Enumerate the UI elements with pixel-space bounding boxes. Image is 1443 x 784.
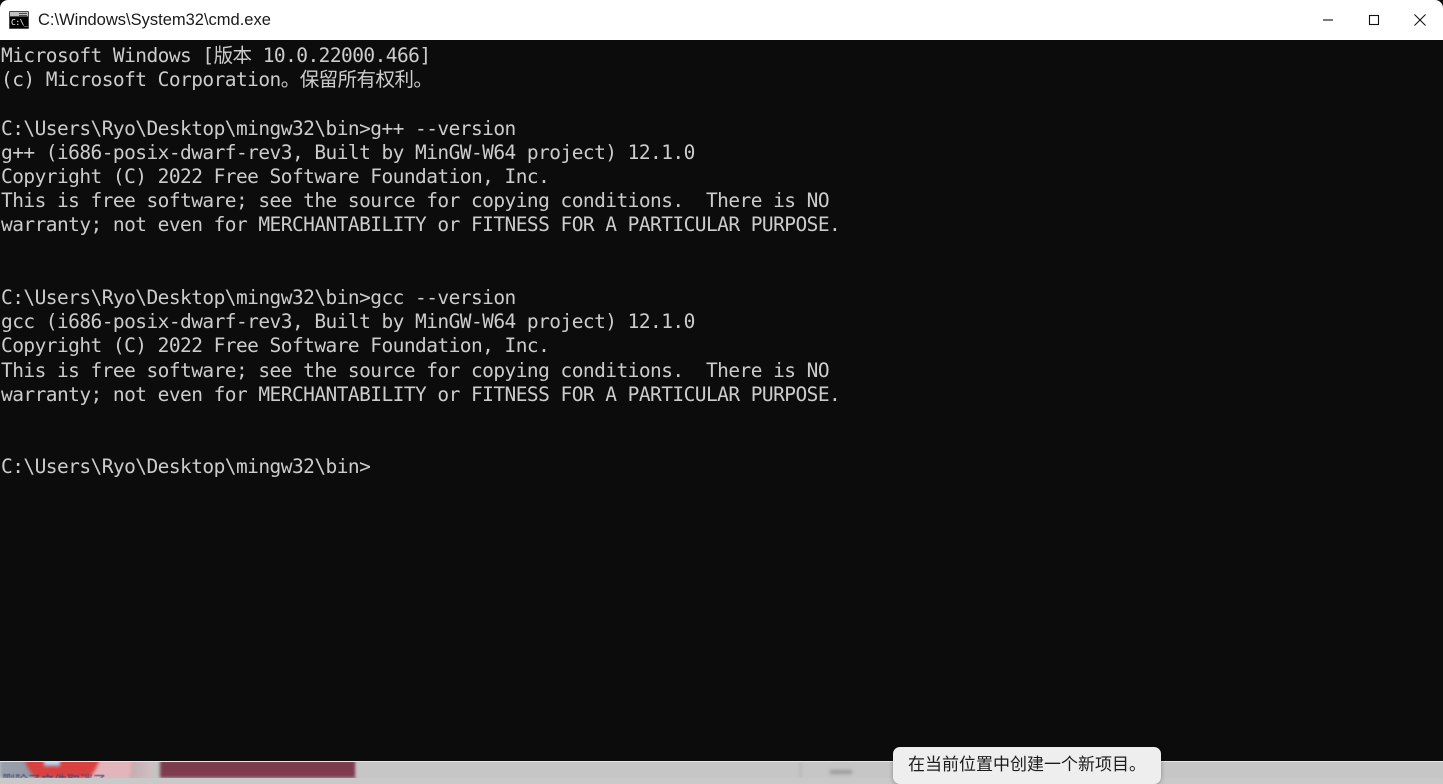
cmd-console-icon: C:\_ [9,11,29,29]
maximize-button[interactable] [1351,0,1397,40]
background-panel-label [830,770,852,774]
icon-console-glyph: C:\_ [10,17,28,28]
background-panel-divider [800,760,801,778]
window-title: C:\Windows\System32\cmd.exe [38,10,271,29]
tooltip: 在当前位置中创建一个新项目。 [893,747,1161,784]
window-controls [1305,0,1443,40]
background-obscured-text: 删除了文件取消了 [2,770,152,778]
window-titlebar[interactable]: C:\_ C:\Windows\System32\cmd.exe [0,0,1443,40]
maximize-icon [1368,14,1380,26]
console-output-area[interactable]: Microsoft Windows [版本 10.0.22000.466] (c… [0,40,1443,761]
close-icon [1414,14,1426,26]
cmd-window: C:\_ C:\Windows\System32\cmd.exe Microso… [0,0,1443,761]
console-text: Microsoft Windows [版本 10.0.22000.466] (c… [1,44,841,479]
minimize-icon [1323,19,1333,21]
close-button[interactable] [1397,0,1443,40]
background-window-maroon [160,760,356,778]
minimize-button[interactable] [1305,0,1351,40]
